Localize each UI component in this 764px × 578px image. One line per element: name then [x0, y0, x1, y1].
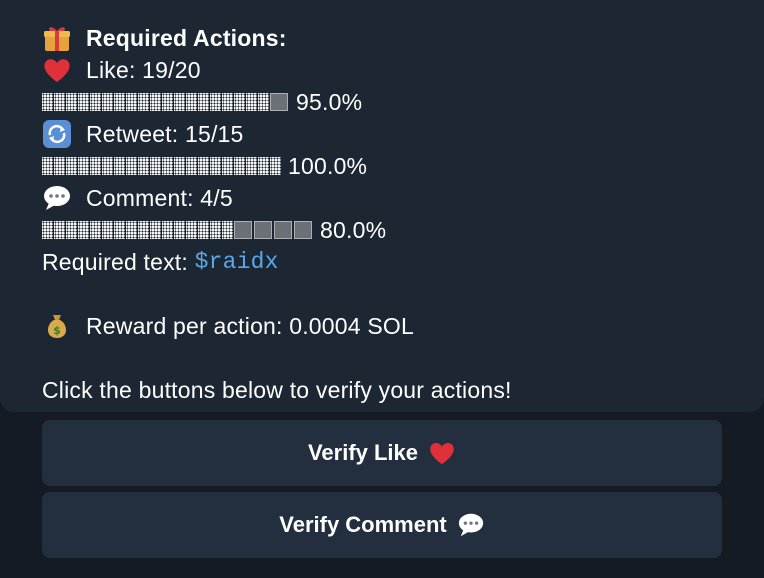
comment-progress-bar	[42, 221, 314, 239]
progress-segment-filled	[78, 221, 89, 239]
progress-segment-filled	[198, 221, 209, 239]
progress-segment-filled	[114, 221, 125, 239]
progress-segment-filled	[162, 157, 173, 175]
like-progress-bar	[42, 93, 290, 111]
progress-segment-filled	[66, 221, 77, 239]
progress-segment-filled	[186, 221, 197, 239]
instruction-text: Click the buttons below to verify your a…	[42, 377, 512, 403]
progress-segment-filled	[162, 221, 173, 239]
like-progress-percent: 95.0%	[296, 89, 363, 115]
progress-segment-filled	[114, 93, 125, 111]
like-progress-line: 95.0%	[42, 86, 512, 118]
comment-progress-line: 80.0%	[42, 214, 512, 246]
progress-segment-filled	[102, 93, 113, 111]
progress-segment-filled	[126, 157, 137, 175]
progress-segment-filled	[246, 157, 257, 175]
reward-text: Reward per action: 0.0004 SOL	[86, 313, 414, 339]
progress-segment-filled	[90, 93, 101, 111]
retweet-progress-line: 100.0%	[42, 150, 512, 182]
verify-like-label: Verify Like	[307, 440, 419, 465]
progress-segment-filled	[42, 157, 53, 175]
speech-bubble-icon	[42, 183, 72, 213]
progress-segment-filled	[258, 93, 269, 111]
progress-segment-filled	[174, 93, 185, 111]
progress-segment-filled	[162, 93, 173, 111]
progress-segment-filled	[174, 221, 185, 239]
retweet-progress-bar	[42, 157, 282, 175]
required-text-label: Required text:	[42, 249, 195, 275]
progress-segment-filled	[126, 93, 137, 111]
progress-segment-filled	[258, 157, 269, 175]
progress-segment-filled	[138, 93, 149, 111]
like-count: Like: 19/20	[86, 57, 201, 83]
progress-segment-filled	[78, 157, 89, 175]
verify-comment-button[interactable]: Verify Comment	[42, 492, 722, 558]
progress-segment-filled	[90, 157, 101, 175]
progress-segment-filled	[54, 221, 65, 239]
like-line: Like: 19/20	[42, 54, 512, 86]
required-text-value[interactable]: $raidx	[195, 246, 279, 278]
progress-segment-filled	[270, 157, 281, 175]
svg-text:$: $	[53, 324, 61, 337]
progress-segment-filled	[66, 93, 77, 111]
progress-segment-filled	[150, 93, 161, 111]
header-line: Required Actions:	[42, 22, 512, 54]
progress-segment-filled	[222, 157, 233, 175]
progress-segment-empty	[254, 221, 272, 239]
progress-segment-filled	[186, 157, 197, 175]
speech-bubble-icon	[457, 511, 485, 539]
heart-icon	[42, 55, 72, 85]
progress-segment-filled	[210, 221, 221, 239]
progress-segment-filled	[114, 157, 125, 175]
verify-like-button[interactable]: Verify Like	[42, 420, 722, 486]
progress-segment-empty	[294, 221, 312, 239]
money-bag-icon: $	[42, 311, 72, 341]
progress-segment-filled	[102, 157, 113, 175]
progress-segment-filled	[234, 157, 245, 175]
progress-segment-filled	[198, 93, 209, 111]
progress-segment-empty	[270, 93, 288, 111]
retweet-icon	[42, 119, 72, 149]
comment-line: Comment: 4/5	[42, 182, 512, 214]
progress-segment-filled	[210, 93, 221, 111]
progress-segment-empty	[274, 221, 292, 239]
progress-segment-filled	[174, 157, 185, 175]
progress-segment-filled	[222, 93, 233, 111]
instruction-line: Click the buttons below to verify your a…	[42, 374, 512, 406]
progress-segment-filled	[42, 93, 53, 111]
required-text-line: Required text: $raidx	[42, 246, 512, 278]
heart-icon	[428, 439, 456, 467]
retweet-progress-percent: 100.0%	[288, 153, 368, 179]
progress-segment-filled	[138, 221, 149, 239]
progress-segment-filled	[150, 221, 161, 239]
progress-segment-filled	[234, 93, 245, 111]
progress-segment-filled	[102, 221, 113, 239]
comment-count: Comment: 4/5	[86, 185, 233, 211]
progress-segment-filled	[90, 221, 101, 239]
progress-segment-filled	[150, 157, 161, 175]
reward-line: $ Reward per action: 0.0004 SOL	[42, 310, 512, 342]
progress-segment-filled	[66, 157, 77, 175]
progress-segment-filled	[246, 93, 257, 111]
progress-segment-filled	[54, 93, 65, 111]
retweet-count: Retweet: 15/15	[86, 121, 244, 147]
progress-segment-filled	[42, 221, 53, 239]
progress-segment-filled	[186, 93, 197, 111]
progress-segment-filled	[78, 93, 89, 111]
progress-segment-filled	[222, 221, 233, 239]
progress-segment-filled	[126, 221, 137, 239]
progress-segment-filled	[198, 157, 209, 175]
progress-segment-filled	[54, 157, 65, 175]
header-title: Required Actions:	[86, 25, 287, 51]
comment-progress-percent: 80.0%	[320, 217, 387, 243]
progress-segment-filled	[138, 157, 149, 175]
retweet-line: Retweet: 15/15	[42, 118, 512, 150]
verify-comment-label: Verify Comment	[279, 512, 447, 537]
progress-segment-filled	[210, 157, 221, 175]
gift-icon	[42, 23, 72, 53]
progress-segment-empty	[234, 221, 252, 239]
bot-message: Required Actions: Like: 19/20 95.0% Retw…	[42, 22, 512, 406]
